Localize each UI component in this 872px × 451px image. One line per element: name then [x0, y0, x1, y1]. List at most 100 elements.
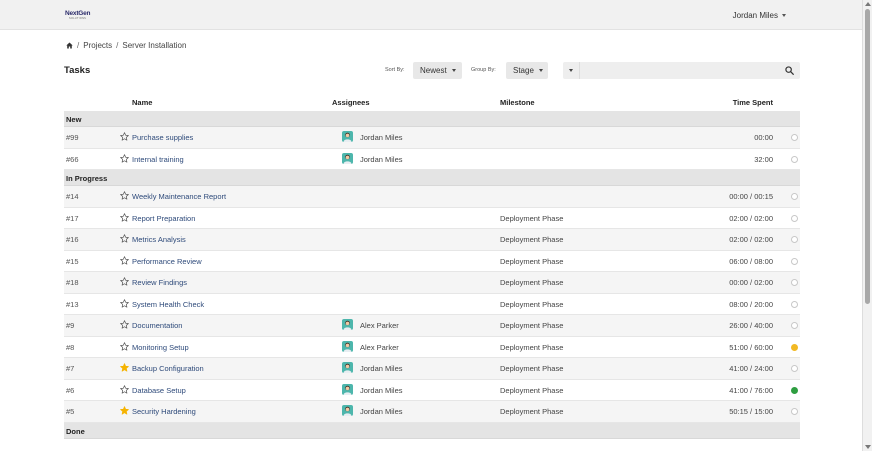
time-spent: 00:00: [754, 133, 773, 142]
scroll-up-arrow-icon[interactable]: [865, 2, 871, 6]
table-row[interactable]: #8 Monitoring Setup Alex Parker Deployment …: [64, 337, 800, 358]
status-indicator-icon[interactable]: [791, 343, 798, 351]
table-row[interactable]: #5 Security Hardening Jordan Miles Deployme…: [64, 401, 800, 423]
star-filled-icon[interactable]: [120, 406, 129, 415]
home-icon[interactable]: [66, 42, 73, 49]
time-spent: 41:00 / 24:00: [729, 364, 773, 373]
star-outline-icon[interactable]: [120, 191, 129, 200]
star-outline-icon[interactable]: [120, 320, 129, 329]
avatar: [342, 383, 353, 395]
chevron-down-icon: [569, 69, 573, 72]
scrollbar-thumb[interactable]: [865, 9, 870, 304]
search-bar: [563, 62, 800, 79]
task-name-link[interactable]: Report Preparation: [132, 214, 195, 223]
task-id: #9: [66, 321, 75, 330]
avatar: [342, 131, 353, 142]
time-spent: 00:00 / 02:00: [729, 278, 773, 287]
table-row[interactable]: #7 Backup Configuration Jordan Miles Deploy…: [64, 358, 800, 380]
milestone: Deployment Phase: [500, 385, 564, 395]
status-indicator-icon[interactable]: [791, 386, 798, 394]
group-header[interactable]: Done: [64, 422, 800, 439]
milestone: Deployment Phase: [500, 256, 564, 266]
status-indicator-icon[interactable]: [791, 134, 798, 141]
table-row[interactable]: #18 Review Findings Deployment Phase 00:00 …: [64, 272, 800, 294]
status-indicator-icon[interactable]: [791, 322, 798, 329]
star-outline-icon[interactable]: [120, 384, 129, 394]
star-filled-icon[interactable]: [120, 363, 129, 372]
star-outline-icon[interactable]: [120, 234, 129, 243]
star-outline-icon[interactable]: [120, 298, 129, 308]
column-header-assignees[interactable]: Assignees: [332, 98, 370, 107]
star-outline-icon[interactable]: [120, 341, 129, 351]
task-name-link[interactable]: Review Findings: [132, 278, 187, 287]
task-name-link[interactable]: Backup Configuration: [132, 364, 204, 373]
status-indicator-icon[interactable]: [791, 193, 798, 200]
search-input[interactable]: [581, 62, 776, 79]
table-row[interactable]: #14 Weekly Maintenance Report 00:00 / 00:1…: [64, 186, 800, 208]
task-id: #14: [66, 192, 79, 201]
page-title: Tasks: [64, 65, 91, 76]
table-row[interactable]: #13 System Health Check Deployment Phase 08…: [64, 294, 800, 315]
table-row[interactable]: #17 Report Preparation Deployment Phase 02:…: [64, 208, 800, 229]
task-name-link[interactable]: Database Setup: [132, 386, 186, 395]
avatar: [342, 405, 353, 416]
star-outline-icon[interactable]: [120, 255, 129, 265]
user-menu[interactable]: Jordan Miles: [733, 11, 786, 20]
scroll-down-arrow-icon[interactable]: [865, 445, 871, 449]
status-indicator-icon[interactable]: [791, 236, 798, 243]
assignee-name: Alex Parker: [360, 321, 399, 330]
column-header-time-spent[interactable]: Time Spent: [733, 98, 773, 107]
breadcrumb: / Projects / Server Installation: [66, 41, 186, 50]
status-indicator-icon[interactable]: [791, 279, 798, 286]
star-outline-icon[interactable]: [120, 212, 129, 222]
milestone: Deployment Phase: [500, 278, 564, 287]
table-row[interactable]: #15 Performance Review Deployment Phase 06:…: [64, 251, 800, 272]
task-name-link[interactable]: Documentation: [132, 321, 182, 330]
star-outline-icon[interactable]: [120, 153, 129, 163]
group-header[interactable]: New: [64, 111, 800, 127]
star-outline-icon[interactable]: [120, 277, 129, 286]
task-id: #13: [66, 299, 79, 309]
status-indicator-icon[interactable]: [791, 214, 798, 222]
sort-by-dropdown[interactable]: Newest: [413, 62, 462, 79]
status-indicator-icon[interactable]: [791, 300, 798, 308]
table-row[interactable]: #99 Purchase supplies Jordan Miles 00:00: [64, 127, 800, 149]
column-header-milestone[interactable]: Milestone: [500, 98, 535, 107]
task-id: #66: [66, 154, 79, 164]
column-header-name[interactable]: Name: [132, 98, 152, 107]
logo-text: NextGen: [65, 10, 91, 17]
task-name-link[interactable]: Metrics Analysis: [132, 235, 186, 244]
task-id: #6: [66, 385, 75, 395]
star-outline-icon[interactable]: [120, 132, 129, 141]
table-row[interactable]: #66 Internal training Jordan Miles 32:00: [64, 149, 800, 170]
task-name-link[interactable]: Purchase supplies: [132, 133, 193, 142]
group-by-dropdown[interactable]: Stage: [506, 62, 548, 79]
company-logo[interactable]: NextGen SOLUTIONS: [65, 10, 95, 24]
task-id: #7: [66, 364, 75, 373]
breadcrumb-projects-link[interactable]: Projects: [83, 41, 112, 50]
status-indicator-icon[interactable]: [791, 365, 798, 372]
task-name-link[interactable]: Internal training: [132, 155, 184, 164]
task-name-link[interactable]: System Health Check: [132, 300, 204, 309]
status-indicator-icon[interactable]: [791, 257, 798, 265]
status-indicator-icon[interactable]: [791, 155, 798, 163]
table-row[interactable]: #16 Metrics Analysis Deployment Phase 02:00…: [64, 229, 800, 251]
assignee-name: Jordan Miles: [360, 154, 403, 164]
search-filter-dropdown[interactable]: [563, 62, 580, 79]
assignee-name: Jordan Miles: [360, 364, 403, 373]
group-header[interactable]: In Progress: [64, 170, 800, 186]
table-row[interactable]: #6 Database Setup Jordan Miles Deployment P…: [64, 380, 800, 401]
task-name-link[interactable]: Performance Review: [132, 257, 202, 266]
search-icon[interactable]: [785, 66, 794, 75]
task-name-link[interactable]: Monitoring Setup: [132, 343, 189, 352]
task-name-link[interactable]: Weekly Maintenance Report: [132, 192, 226, 201]
status-indicator-icon[interactable]: [791, 408, 798, 415]
task-id: #99: [66, 133, 79, 142]
assignee-name: Jordan Miles: [360, 385, 403, 395]
task-name-link[interactable]: Security Hardening: [132, 407, 196, 416]
assignee-name: Jordan Miles: [360, 407, 403, 416]
vertical-scrollbar[interactable]: [862, 0, 872, 451]
breadcrumb-current: Server Installation: [122, 41, 187, 50]
table-row[interactable]: #9 Documentation Alex Parker Deployment Pha…: [64, 315, 800, 337]
group-label: Done: [66, 426, 85, 436]
